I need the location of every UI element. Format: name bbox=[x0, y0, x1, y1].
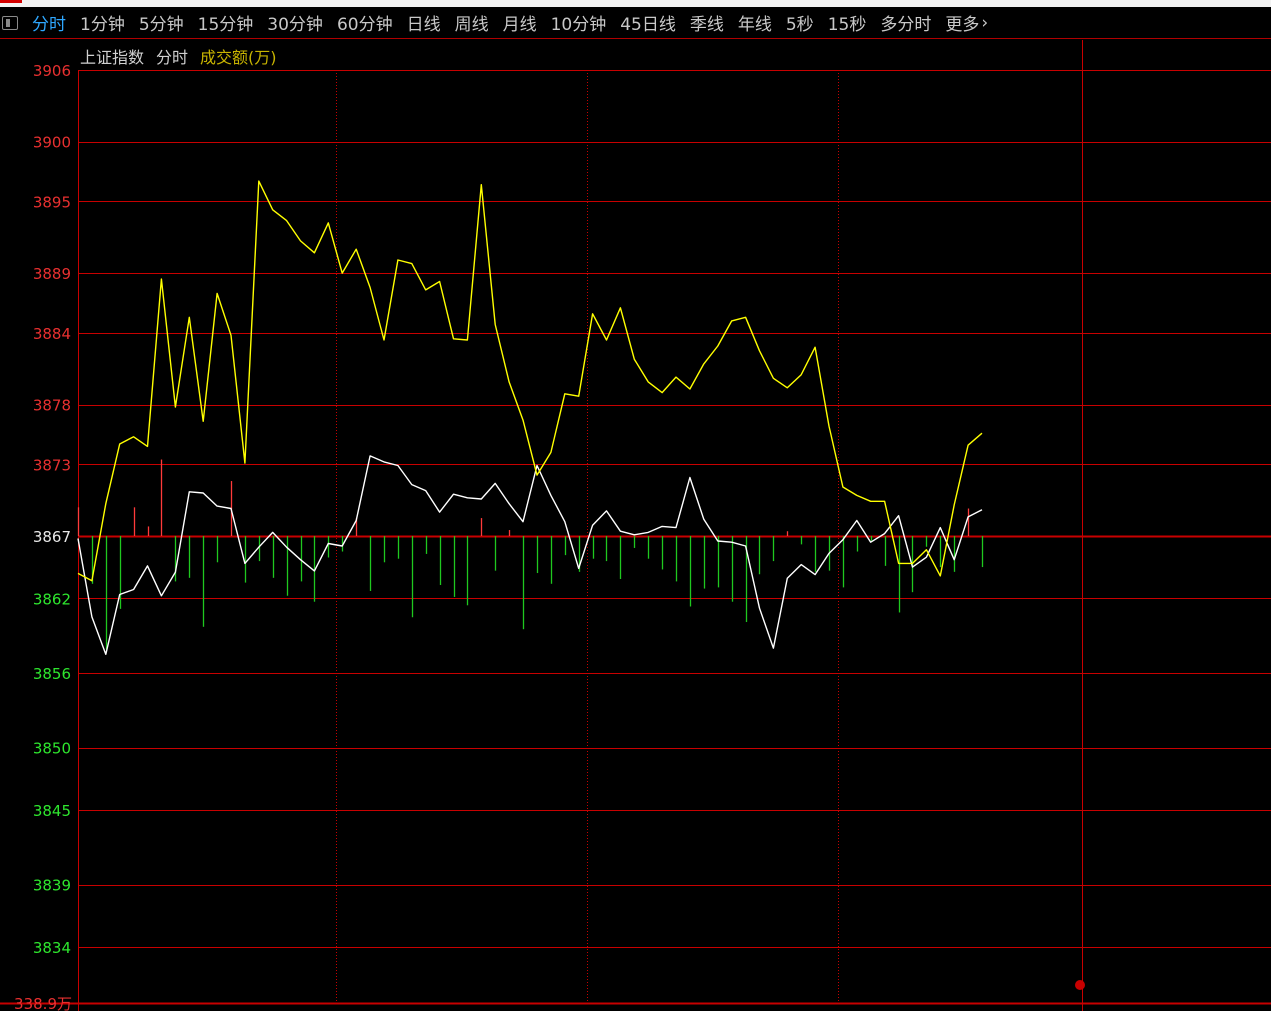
y-axis-label: 3906 bbox=[33, 62, 71, 80]
average-price-line bbox=[77, 180, 983, 582]
index-line bbox=[77, 455, 983, 655]
intraday-chart[interactable]: 3906 3900 3895 3889 3884 3878 3873 3867 3862 3856… bbox=[0, 0, 1271, 1011]
crosshair-marker bbox=[1075, 980, 1085, 990]
y-axis-label: 3850 bbox=[33, 740, 71, 758]
y-axis-label: 3900 bbox=[33, 134, 71, 152]
y-axis-label: 3839 bbox=[33, 877, 71, 895]
volume-max-label: 338.9万 bbox=[14, 995, 72, 1011]
y-axis-label: 3856 bbox=[33, 665, 71, 683]
y-axis-label: 3878 bbox=[33, 397, 71, 415]
y-axis-label: 3845 bbox=[33, 802, 71, 820]
y-axis-label: 3895 bbox=[33, 193, 71, 211]
y-axis-label: 3884 bbox=[33, 325, 71, 343]
y-axis-label: 3889 bbox=[33, 265, 71, 283]
y-axis-label: 3873 bbox=[33, 456, 71, 474]
y-axis-label: 3862 bbox=[33, 590, 71, 608]
y-axis-label: 3867 bbox=[33, 528, 71, 546]
y-axis-label: 3834 bbox=[33, 939, 71, 957]
